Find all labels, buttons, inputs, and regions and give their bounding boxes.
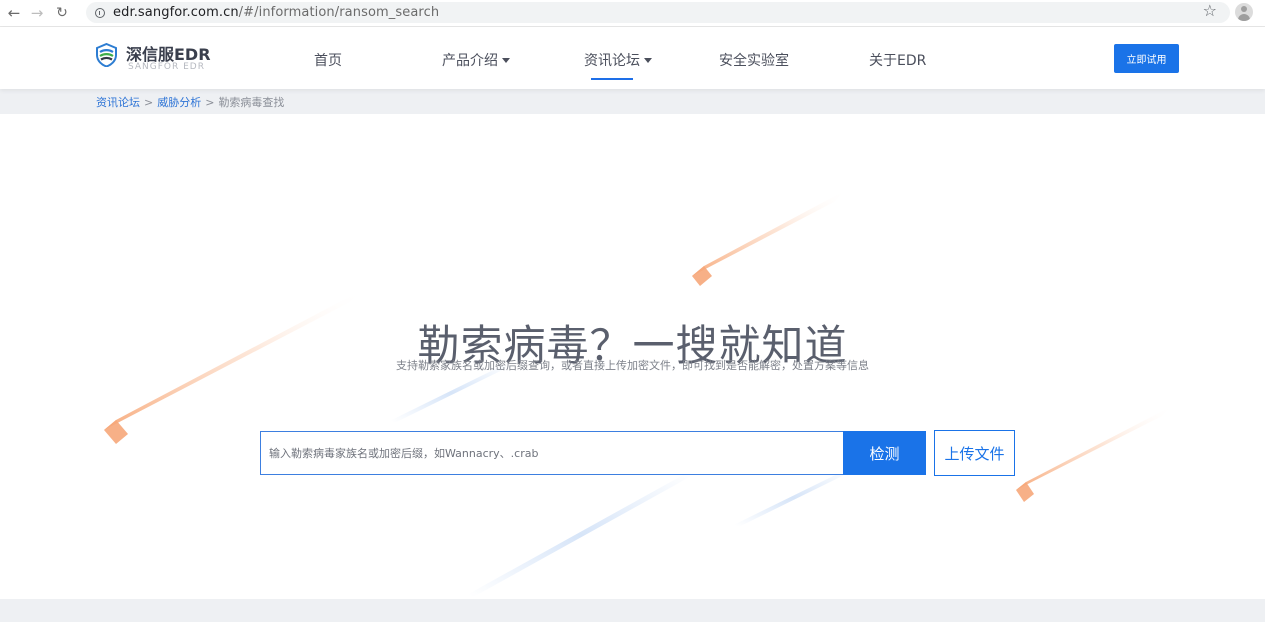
url-text: edr.sangfor.com.cn/#/information/ransom_…	[113, 5, 439, 20]
caret-down-icon	[644, 58, 652, 63]
breadcrumb-current: 勒索病毒查找	[218, 96, 285, 109]
breadcrumb-separator: >	[144, 96, 154, 109]
ransomware-search-input[interactable]	[261, 432, 843, 474]
url-path: /#/information/ransom_search	[238, 5, 440, 20]
nav-home-label: 首页	[314, 53, 342, 69]
detect-button[interactable]: 检测	[843, 431, 926, 475]
nav-security-lab[interactable]: 安全实验室	[719, 50, 789, 70]
profile-icon[interactable]	[1235, 3, 1253, 21]
breadcrumb-link-threat-analysis[interactable]: 威胁分析	[157, 96, 201, 109]
site-header: 深信服EDR SANGFOR EDR 首页 产品介绍 资讯论坛 安全实验室 关于…	[0, 27, 1265, 89]
info-icon[interactable]	[95, 7, 105, 18]
browser-toolbar: ← → ↻ edr.sangfor.com.cn/#/information/r…	[0, 0, 1265, 27]
back-icon[interactable]: ←	[4, 3, 24, 23]
nav-home[interactable]: 首页	[314, 50, 342, 70]
shield-logo-icon	[96, 43, 117, 67]
logo-subtitle: SANGFOR EDR	[128, 62, 205, 72]
hero-subtitle: 支持勒索家族名或加密后缀查询，或者直接上传加密文件，即可找到是否能解密，处置方案…	[396, 359, 869, 372]
breadcrumb-bar: 资讯论坛 > 威胁分析 > 勒索病毒查找	[0, 89, 1265, 114]
nav-security-lab-label: 安全实验室	[719, 53, 789, 69]
reload-icon[interactable]: ↻	[52, 3, 72, 23]
free-trial-button[interactable]: 立即试用	[1114, 44, 1179, 73]
breadcrumb: 资讯论坛 > 威胁分析 > 勒索病毒查找	[96, 94, 284, 110]
forward-icon[interactable]: →	[27, 3, 47, 23]
url-host: edr.sangfor.com.cn	[113, 5, 239, 20]
upload-file-button[interactable]: 上传文件	[934, 430, 1015, 476]
breadcrumb-separator: >	[205, 96, 215, 109]
nav-about-edr[interactable]: 关于EDR	[869, 50, 926, 70]
nav-products-label: 产品介绍	[442, 53, 498, 69]
search-box	[260, 431, 843, 475]
nav-about-edr-label: 关于EDR	[869, 53, 927, 69]
nav-information[interactable]: 资讯论坛	[584, 50, 652, 70]
breadcrumb-link-information[interactable]: 资讯论坛	[96, 96, 140, 109]
star-icon[interactable]: ☆	[1203, 1, 1217, 20]
nav-active-indicator	[591, 78, 633, 80]
footer-strip	[0, 599, 1265, 622]
hero-section: 勒索病毒？一搜就知道 支持勒索家族名或加密后缀查询，或者直接上传加密文件，即可找…	[0, 114, 1265, 599]
nav-information-label: 资讯论坛	[584, 53, 640, 69]
address-bar[interactable]: edr.sangfor.com.cn/#/information/ransom_…	[86, 2, 1230, 23]
caret-down-icon	[502, 58, 510, 63]
nav-products[interactable]: 产品介绍	[442, 50, 510, 70]
